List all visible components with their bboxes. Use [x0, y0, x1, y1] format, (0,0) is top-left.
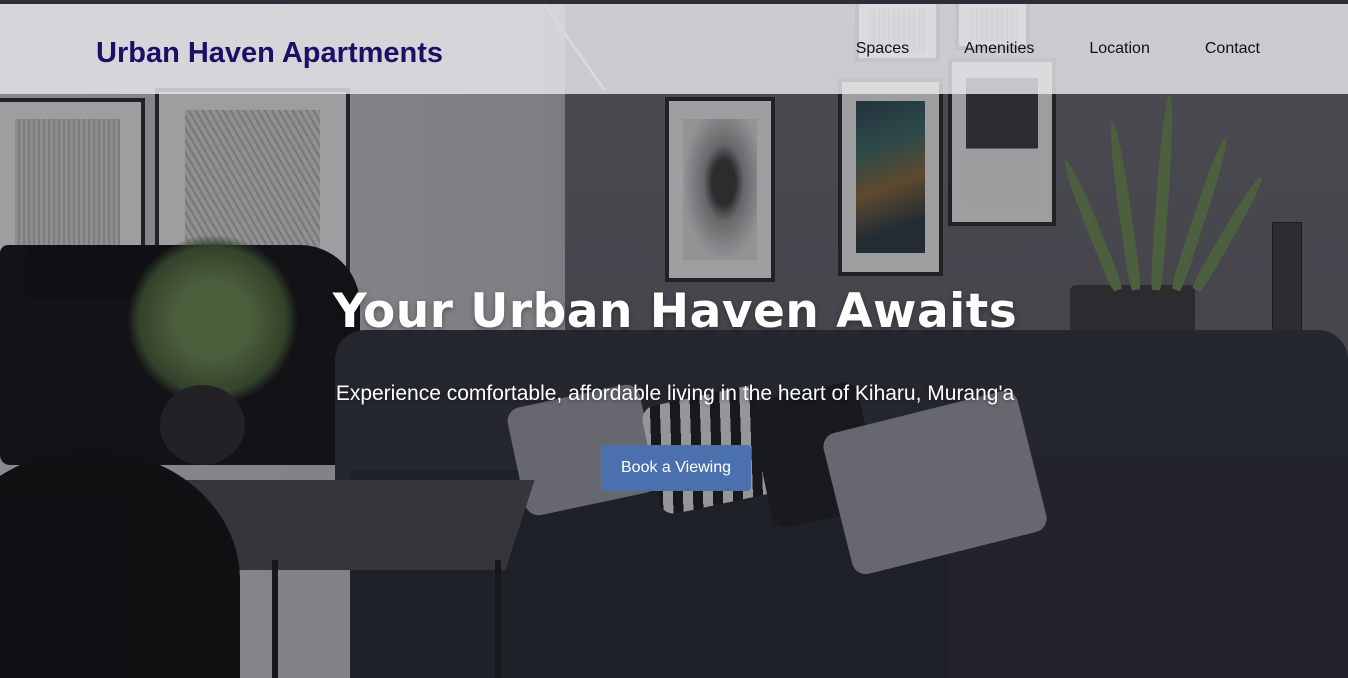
nav-link-spaces[interactable]: Spaces: [856, 40, 909, 58]
hero-title: Your Urban Haven Awaits: [332, 284, 1018, 339]
main-nav: Spaces Amenities Location Contact: [856, 40, 1260, 58]
top-border: [0, 0, 1348, 4]
brand-logo[interactable]: Urban Haven Apartments: [96, 37, 443, 70]
nav-link-amenities[interactable]: Amenities: [964, 40, 1034, 58]
nav-link-contact[interactable]: Contact: [1205, 40, 1260, 58]
hero-subtitle: Experience comfortable, affordable livin…: [335, 382, 1015, 405]
nav-link-location[interactable]: Location: [1089, 40, 1150, 58]
site-header: Urban Haven Apartments Spaces Amenities …: [0, 4, 1348, 94]
hero-section: Your Urban Haven Awaits Experience comfo…: [0, 0, 1348, 678]
book-viewing-button[interactable]: Book a Viewing: [601, 445, 751, 491]
